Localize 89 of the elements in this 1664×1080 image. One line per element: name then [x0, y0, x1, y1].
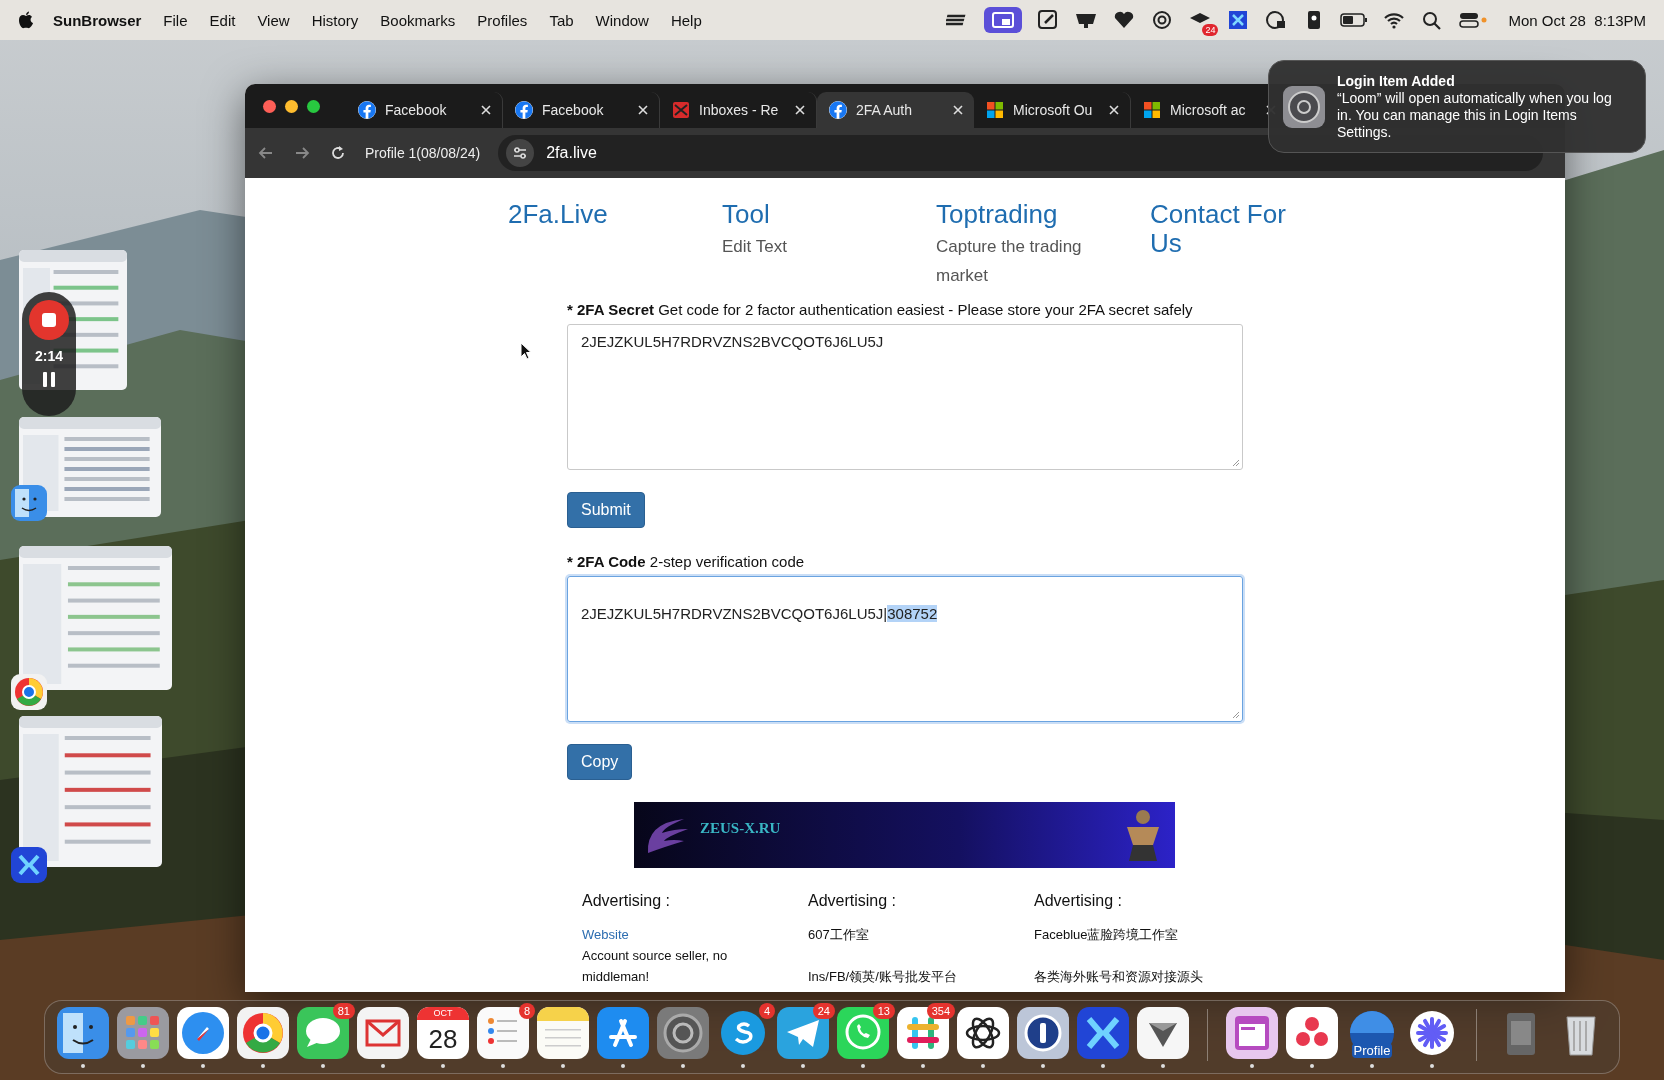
close-icon[interactable]	[952, 104, 964, 116]
close-icon[interactable]	[637, 104, 649, 116]
nav-link[interactable]: 2Fa.Live	[508, 200, 722, 229]
menu-item[interactable]: Tab	[538, 11, 585, 29]
nav-subtitle: Capture the trading market	[936, 236, 1083, 287]
close-window-icon[interactable]	[263, 99, 276, 113]
field-label: * 2FA Secret Get code for 2 factor authentication easiest - Please store your 2FA secret safely	[567, 300, 1194, 320]
minimize-icon[interactable]	[285, 99, 298, 113]
secret-field[interactable]: 2JEJZKUL5H7RDRVZNS2BVCQOT6J6LU5J	[567, 324, 1243, 470]
triangle-app-icon[interactable]	[1137, 1007, 1189, 1059]
menu-item[interactable]: Profiles	[466, 11, 539, 29]
stop-button[interactable]	[29, 300, 69, 340]
facebook-icon	[358, 101, 376, 119]
ad-text: Account source seller, no middleman!	[582, 947, 729, 986]
ring-app-icon[interactable]	[237, 1007, 289, 1059]
phone-app-icon[interactable]	[837, 1007, 889, 1059]
recording-time: 2:14	[35, 348, 63, 364]
grid-app-icon[interactable]	[117, 1007, 169, 1059]
nav-link[interactable]: Contact For Us	[1150, 200, 1300, 258]
menu-item[interactable]: History	[300, 11, 370, 29]
banner-title: ZEUS-X.RU	[700, 819, 781, 837]
envelope-app-icon[interactable]	[357, 1007, 409, 1059]
clock[interactable]: Mon Oct 28 8:13PM	[1508, 11, 1646, 29]
gear-app-icon[interactable]	[657, 1007, 709, 1059]
ring-app-icon[interactable]	[11, 674, 47, 710]
mail-icon	[672, 101, 690, 119]
ad-text: Faceblue蓝脸跨境工作室	[1034, 926, 1179, 944]
window-thumbnail-drawing[interactable]	[19, 417, 161, 517]
paper-plane-app-icon[interactable]	[777, 1007, 829, 1059]
apple-icon[interactable]	[18, 11, 34, 29]
keyhole-app-icon[interactable]	[1017, 1007, 1069, 1059]
menu-item[interactable]: View	[246, 11, 301, 29]
window-thumbnail-drawing[interactable]	[19, 546, 172, 690]
cursor-icon	[520, 342, 532, 360]
ad-heading: Advertising :	[582, 891, 671, 911]
notepad-app-icon[interactable]	[537, 1007, 589, 1059]
profile-label[interactable]: Profile 1(08/08/24)	[365, 145, 481, 161]
ad-banner[interactable]: ZEUS-X.RU	[634, 802, 1175, 868]
ad-link[interactable]: Website	[582, 924, 629, 945]
resize-handle-icon[interactable]	[1231, 458, 1240, 467]
compass-app-icon[interactable]	[177, 1007, 229, 1059]
windows-logo-icon	[1143, 101, 1161, 119]
menu-item[interactable]: Window	[584, 11, 660, 29]
menu-item[interactable]: Edit	[198, 11, 247, 29]
menu-item[interactable]: Bookmarks	[369, 11, 467, 29]
speech-bubble-app-icon[interactable]	[297, 1007, 349, 1059]
nav-link[interactable]: Toptrading	[936, 200, 1150, 229]
badge: 24	[1202, 24, 1219, 36]
close-icon[interactable]	[1108, 104, 1120, 116]
close-icon[interactable]	[794, 104, 806, 116]
gear-icon	[1283, 85, 1325, 128]
window-app-icon[interactable]	[1226, 1007, 1278, 1059]
dots-app-icon[interactable]	[1286, 1007, 1338, 1059]
ad-text: Ins/FB/领英/账号批发平台	[808, 968, 957, 986]
ad-heading: Advertising :	[808, 891, 897, 911]
facebook-icon	[515, 101, 533, 119]
checklist-app-icon[interactable]	[477, 1007, 529, 1059]
facebook-icon	[829, 101, 847, 119]
ad-heading: Advertising :	[1034, 891, 1123, 911]
knot-app-icon[interactable]	[957, 1007, 1009, 1059]
calendar-app-icon[interactable]: OCT 28	[417, 1007, 469, 1059]
nav-link[interactable]: Tool	[722, 200, 936, 229]
site-settings-icon[interactable]	[506, 139, 535, 167]
ad-text: 607工作室	[808, 926, 869, 944]
smiley-app-icon[interactable]	[11, 485, 47, 521]
smiley-app-icon[interactable]	[57, 1007, 109, 1059]
notification[interactable]: Login Item Added “Loom” will open automatically when you log in. You can manage this in Login Items Settings.	[1268, 60, 1646, 153]
close-icon[interactable]	[480, 104, 492, 116]
menu-item[interactable]: File	[152, 11, 199, 29]
cross-app-icon[interactable]	[1077, 1007, 1129, 1059]
pause-button[interactable]	[43, 372, 55, 387]
windows-logo-icon	[986, 101, 1004, 119]
nav-subtitle: Edit Text	[722, 236, 788, 258]
field-label: * 2FA Code 2-step verification code	[567, 552, 806, 572]
menu-item[interactable]: Help	[659, 11, 713, 29]
screen-share-icon[interactable]	[984, 7, 1023, 33]
resize-handle-icon[interactable]	[1231, 710, 1240, 719]
zoom-icon[interactable]	[307, 99, 320, 113]
cross-app-icon[interactable]	[11, 847, 47, 883]
code-field[interactable]: 2JEJZKUL5H7RDRVZNS2BVCQOT6J6LU5J|308752	[567, 576, 1243, 722]
reload-icon[interactable]	[329, 144, 347, 162]
notification-title: Login Item Added	[1337, 72, 1456, 90]
window-thumbnail-drawing[interactable]	[19, 716, 162, 867]
copy-button[interactable]: Copy	[567, 744, 633, 780]
hash-app-icon[interactable]	[897, 1007, 949, 1059]
submit-button[interactable]: Submit	[567, 492, 645, 528]
browser-tab[interactable]: 2FA Auth	[817, 92, 974, 128]
ad-text: 各类海外账号和资源对接源头	[1034, 968, 1203, 986]
app-menu[interactable]: SunBrowser	[42, 11, 153, 29]
